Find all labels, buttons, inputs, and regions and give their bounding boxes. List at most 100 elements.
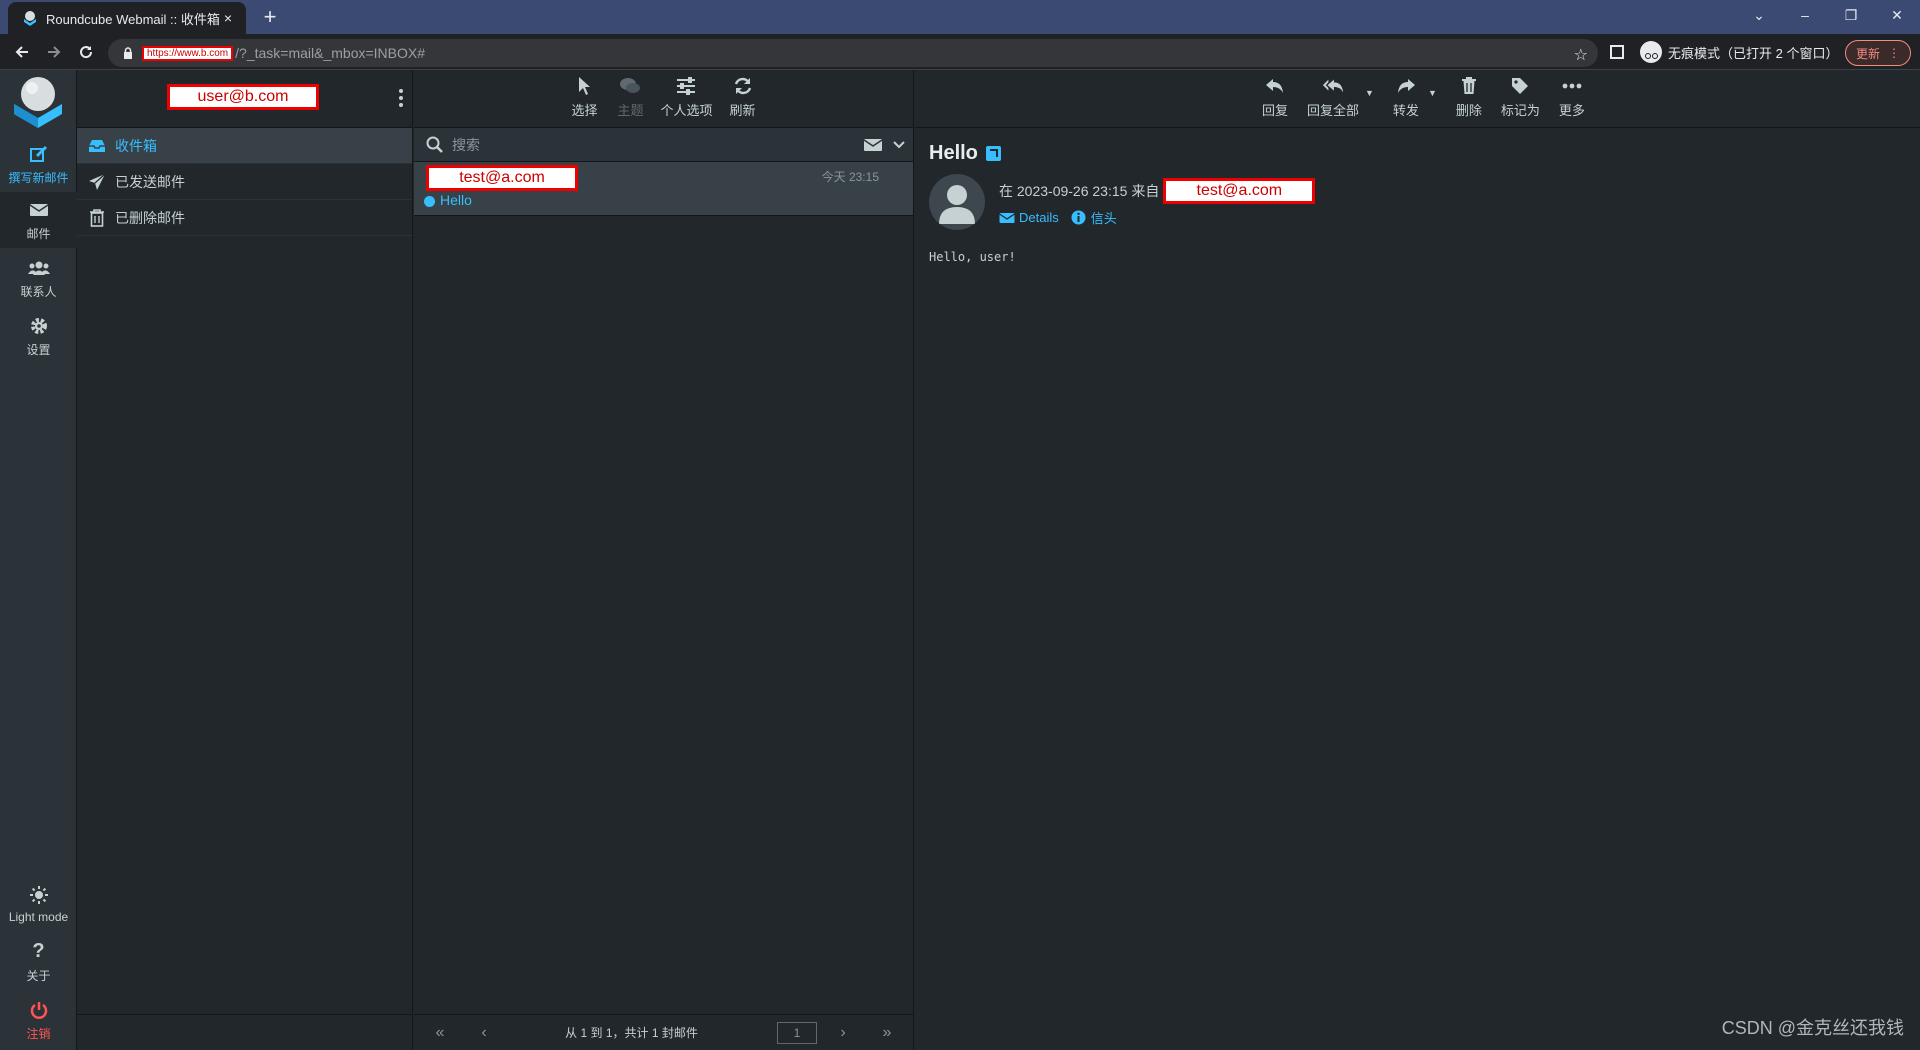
- info-icon: [1071, 210, 1087, 226]
- select-button[interactable]: 选择: [568, 75, 600, 119]
- next-page-icon[interactable]: ›: [829, 1024, 857, 1042]
- minimize-button[interactable]: –: [1782, 0, 1828, 30]
- question-icon: ?: [32, 940, 45, 962]
- first-page-icon[interactable]: «: [426, 1024, 454, 1042]
- incognito-label: 无痕模式（已打开 2 个窗口）: [1668, 45, 1839, 61]
- list-toolbar: 选择 主题 个人选项 刷新: [414, 70, 913, 128]
- message-content-panel: 回复 回复全部 ▼ 转发 ▼ 删除 标记为 更多 Hello 在 2023-09…: [915, 70, 1920, 1050]
- roundcube-favicon-icon: [24, 11, 36, 26]
- users-icon: [27, 257, 50, 279]
- folder-label: 收件箱: [115, 137, 157, 154]
- headers-label: 信头: [1090, 211, 1117, 226]
- logout-label: 注销: [26, 1026, 51, 1041]
- tag-icon: [1509, 75, 1531, 97]
- search-input[interactable]: [452, 136, 863, 153]
- reply-icon: [1264, 75, 1286, 97]
- more-button[interactable]: 更多: [1556, 75, 1588, 119]
- last-page-icon[interactable]: »: [873, 1024, 901, 1042]
- open-external-icon[interactable]: [985, 146, 1001, 161]
- from-address[interactable]: test@a.com: [1166, 181, 1312, 201]
- tab-search-button[interactable]: ⌄: [1736, 0, 1782, 30]
- message-row[interactable]: test@a.com 今天 23:15 Hello: [414, 162, 913, 216]
- folders-header: user@b.com: [77, 70, 412, 128]
- unread-indicator-icon[interactable]: [424, 196, 435, 207]
- trash-icon: [87, 208, 107, 228]
- username-redacted-box: user@b.com: [167, 84, 319, 110]
- light-mode-toggle[interactable]: Light mode: [0, 876, 77, 932]
- task-mail[interactable]: 邮件: [0, 192, 77, 248]
- threads-label: 主题: [617, 103, 644, 118]
- forward-button[interactable]: [40, 38, 68, 66]
- compose-button[interactable]: 撰写新邮件: [0, 136, 77, 192]
- message-toolbar: 回复 回复全部 ▼ 转发 ▼ 删除 标记为 更多: [915, 70, 1920, 128]
- ellipsis-icon: [1561, 75, 1583, 97]
- folder-inbox[interactable]: 收件箱: [77, 128, 412, 164]
- forward-label: 转发: [1392, 103, 1419, 118]
- folder-sent[interactable]: 已发送邮件: [77, 164, 412, 200]
- previous-page-icon[interactable]: ‹: [470, 1024, 498, 1042]
- search-bar: [414, 128, 913, 162]
- folder-trash[interactable]: 已删除邮件: [77, 200, 412, 236]
- headers-link[interactable]: 信头: [1071, 208, 1117, 227]
- settings-label: 设置: [26, 342, 51, 357]
- folder-menu-kebab-icon[interactable]: [398, 88, 404, 108]
- task-contacts[interactable]: 联系人: [0, 250, 77, 306]
- sun-icon: [28, 884, 50, 906]
- reply-all-icon: [1322, 75, 1344, 97]
- side-panel-icon[interactable]: [1610, 45, 1624, 59]
- power-icon: [28, 999, 50, 1021]
- from-line: 在 2023-09-26 23:15 来自 test@a.com: [999, 178, 1316, 204]
- folder-label: 已发送邮件: [115, 173, 185, 190]
- incognito-indicator[interactable]: 无痕模式（已打开 2 个窗口）: [1640, 39, 1838, 65]
- bookmark-star-icon[interactable]: ☆: [1574, 45, 1588, 65]
- update-button[interactable]: 更新 ⋮: [1845, 40, 1911, 66]
- arrow-left-icon: [15, 46, 28, 58]
- kebab-menu-icon: ⋮: [1888, 46, 1900, 60]
- reply-all-button[interactable]: 回复全部: [1307, 75, 1359, 119]
- message-body: Hello, user!: [929, 250, 1016, 264]
- forward-icon: [1395, 75, 1417, 97]
- search-icon: [426, 136, 443, 153]
- reload-icon: [80, 46, 93, 59]
- contacts-label: 联系人: [20, 284, 57, 299]
- details-link[interactable]: Details: [999, 208, 1059, 227]
- compose-label: 撰写新邮件: [8, 170, 69, 185]
- threads-button[interactable]: 主题: [614, 75, 646, 119]
- reply-label: 回复: [1261, 103, 1288, 118]
- about-button[interactable]: ? 关于: [0, 934, 77, 990]
- forward-dropdown-icon[interactable]: ▼: [1428, 88, 1437, 98]
- mark-button[interactable]: 标记为: [1501, 75, 1540, 119]
- message-header: Hello 在 2023-09-26 23:15 来自 test@a.com D…: [915, 128, 1920, 238]
- refresh-button[interactable]: 刷新: [727, 75, 759, 119]
- envelope-filter-icon[interactable]: [863, 138, 883, 152]
- restore-button[interactable]: ❐: [1828, 0, 1874, 30]
- browser-tab[interactable]: Roundcube Webmail :: 收件箱 ×: [8, 2, 246, 34]
- message-list-panel: 选择 主题 个人选项 刷新 搜索 test@a.com 今天 23:15 Hel…: [414, 70, 914, 1050]
- logout-button[interactable]: 注销: [0, 992, 77, 1048]
- close-window-button[interactable]: ✕: [1874, 0, 1920, 30]
- reload-button[interactable]: [72, 38, 100, 66]
- mark-label: 标记为: [1500, 103, 1540, 118]
- browser-toolbar: https://www.b.com /?_task=mail&_mbox=INB…: [0, 34, 1920, 70]
- task-settings[interactable]: 设置: [0, 308, 77, 364]
- browser-tabstrip: Roundcube Webmail :: 收件箱 × + ⌄ – ❐ ✕: [0, 0, 1920, 34]
- page-number-input[interactable]: [777, 1021, 817, 1044]
- compose-icon: [28, 143, 50, 165]
- chevron-down-icon[interactable]: [893, 140, 905, 149]
- back-button[interactable]: [8, 38, 36, 66]
- light-mode-label: Light mode: [8, 910, 69, 924]
- message-subject: Hello: [440, 192, 472, 208]
- forward-message-button[interactable]: 转发: [1390, 75, 1422, 119]
- reply-all-dropdown-icon[interactable]: ▼: [1365, 88, 1374, 98]
- paper-plane-icon: [87, 172, 107, 192]
- options-button[interactable]: 个人选项: [660, 75, 713, 119]
- tab-close-icon[interactable]: ×: [220, 10, 236, 26]
- delete-button[interactable]: 删除: [1453, 75, 1485, 119]
- reply-button[interactable]: 回复: [1259, 75, 1291, 119]
- reply-all-label: 回复全部: [1307, 103, 1360, 118]
- message-count: 从 1 到 1，共计 1 封邮件: [565, 1026, 698, 1040]
- url-path: /?_task=mail&_mbox=INBOX#: [235, 45, 426, 61]
- user-silhouette-icon: [939, 185, 975, 224]
- new-tab-button[interactable]: +: [256, 4, 284, 30]
- address-bar[interactable]: https://www.b.com /?_task=mail&_mbox=INB…: [108, 39, 1598, 67]
